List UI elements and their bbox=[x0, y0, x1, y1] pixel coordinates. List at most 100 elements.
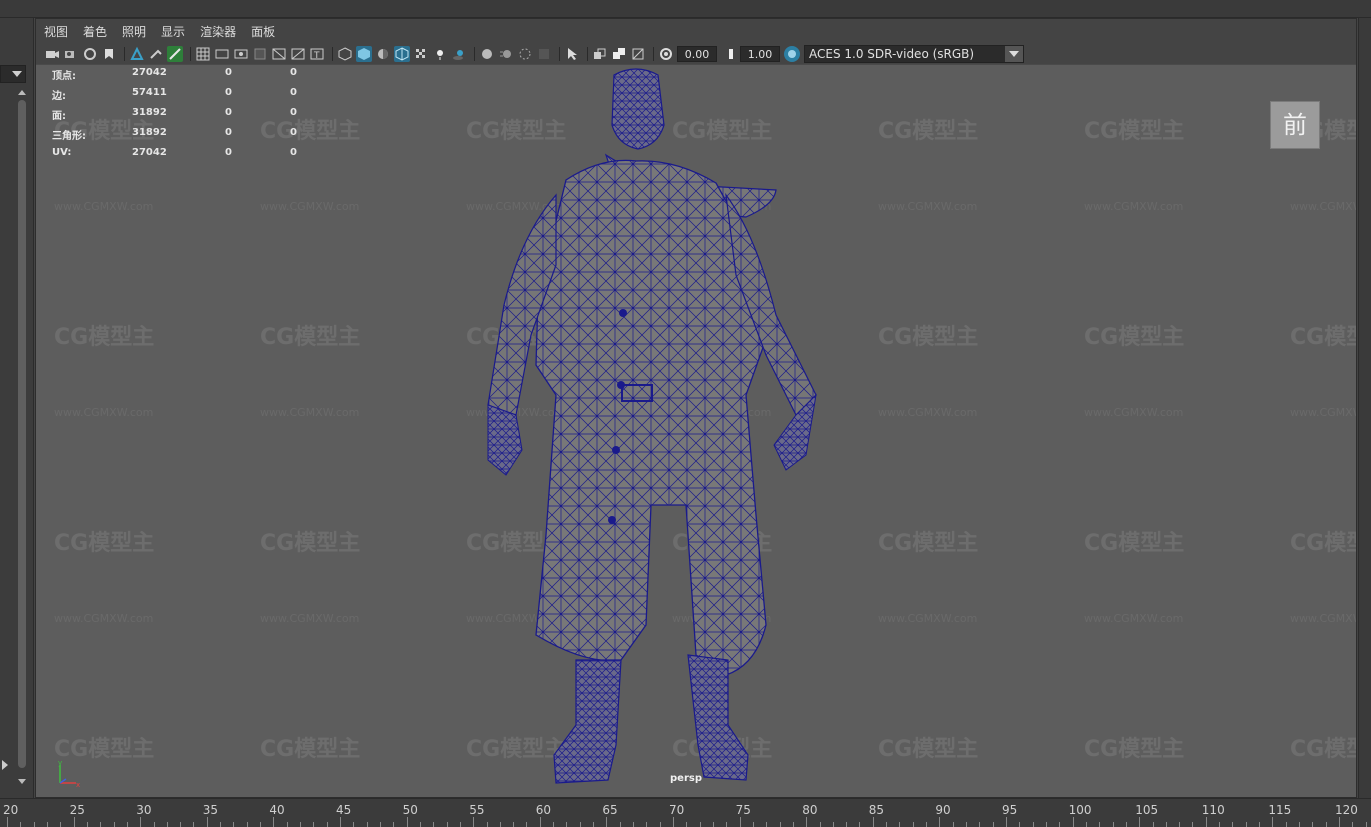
ruler-tick-mark bbox=[1085, 822, 1087, 827]
watermark-url: www.CGMXW.com bbox=[878, 406, 978, 419]
scroll-down-icon[interactable] bbox=[18, 779, 26, 784]
ruler-tick-mark bbox=[752, 822, 754, 827]
ruler-tick-mark bbox=[1285, 822, 1287, 827]
wireframe-on-shaded-icon[interactable] bbox=[394, 46, 410, 62]
depth-of-field-icon[interactable] bbox=[536, 46, 552, 62]
gamma-field[interactable]: 1.00 bbox=[740, 46, 780, 62]
watermark-url: www.CGMXW.com bbox=[1290, 200, 1356, 213]
ruler-tick-mark bbox=[1272, 817, 1274, 827]
ambient-occlusion-icon[interactable] bbox=[479, 46, 495, 62]
toolbar-separator bbox=[559, 47, 560, 61]
scroll-up-icon[interactable] bbox=[18, 90, 26, 95]
menu-shading[interactable]: 着色 bbox=[83, 23, 107, 40]
ruler-tick-mark bbox=[1019, 822, 1021, 827]
2d-pan-zoom-icon[interactable] bbox=[129, 46, 145, 62]
shadows-icon[interactable] bbox=[451, 46, 467, 62]
xray-icon[interactable] bbox=[592, 46, 608, 62]
ruler-tick-mark bbox=[699, 822, 701, 827]
view-transform-select[interactable]: ACES 1.0 SDR-video (sRGB) bbox=[804, 45, 1024, 63]
ruler-tick-mark bbox=[539, 817, 541, 827]
gate-mask-icon[interactable] bbox=[252, 46, 268, 62]
watermark-logo: CG模型主 bbox=[54, 325, 155, 350]
menu-show[interactable]: 显示 bbox=[161, 23, 185, 40]
ruler-tick-mark bbox=[473, 817, 475, 827]
select-camera-icon[interactable] bbox=[44, 46, 60, 62]
ruler-tick-mark bbox=[712, 822, 714, 827]
ruler-tick-mark bbox=[1299, 822, 1301, 827]
left-scrollbar[interactable] bbox=[16, 88, 28, 788]
chevron-down-icon[interactable] bbox=[1005, 46, 1023, 62]
safe-title-icon[interactable]: T bbox=[309, 46, 325, 62]
menu-renderer[interactable]: 渲染器 bbox=[200, 23, 236, 40]
anti-aliasing-icon[interactable] bbox=[517, 46, 533, 62]
scroll-thumb[interactable] bbox=[18, 100, 26, 768]
field-chart-icon[interactable] bbox=[271, 46, 287, 62]
panel-dropdown[interactable] bbox=[0, 65, 26, 83]
ruler-tick-label: 85 bbox=[868, 803, 885, 817]
image-plane-icon[interactable] bbox=[101, 46, 117, 62]
lights-icon[interactable] bbox=[432, 46, 448, 62]
toolbar-separator bbox=[190, 47, 191, 61]
ruler-tick-mark bbox=[1099, 822, 1101, 827]
default-material-icon[interactable] bbox=[375, 46, 391, 62]
ruler-tick-mark bbox=[60, 822, 62, 827]
grid-icon[interactable] bbox=[195, 46, 211, 62]
resolution-gate-icon[interactable] bbox=[233, 46, 249, 62]
ruler-tick-label: 20 bbox=[3, 803, 19, 817]
grease-pencil-icon[interactable] bbox=[148, 46, 164, 62]
ruler-tick-mark bbox=[1325, 822, 1327, 827]
ruler-tick-label: 60 bbox=[535, 803, 552, 817]
camera-attributes-icon[interactable] bbox=[63, 46, 79, 62]
time-ruler[interactable]: 20 25 30 35 40 45 50 55 60 65 70 75 80 85 90 95 100 105 11… bbox=[0, 798, 1371, 827]
ruler-tick-mark bbox=[806, 817, 808, 827]
axis-y-label: y bbox=[58, 759, 62, 767]
exposure-field[interactable]: 0.00 bbox=[677, 46, 717, 62]
ruler-tick-mark bbox=[1205, 817, 1207, 827]
ruler-tick-mark bbox=[486, 822, 488, 827]
ruler-tick-label: 110 bbox=[1201, 803, 1225, 817]
ruler-tick-mark bbox=[446, 822, 448, 827]
safe-action-icon[interactable] bbox=[290, 46, 306, 62]
smooth-shade-cube-icon[interactable] bbox=[356, 46, 372, 62]
watermark-url: www.CGMXW.com bbox=[260, 200, 360, 213]
hud-row-edges: 边: 57411 0 0 bbox=[52, 85, 312, 105]
gamma-icon[interactable] bbox=[721, 46, 737, 62]
film-gate-icon[interactable] bbox=[214, 46, 230, 62]
watermark-logo: CG模型主 bbox=[260, 325, 361, 350]
menu-panels[interactable]: 面板 bbox=[251, 23, 275, 40]
hud-value: 0 bbox=[225, 107, 232, 118]
exposure-icon[interactable] bbox=[658, 46, 674, 62]
ruler-tick-label: 45 bbox=[336, 803, 352, 817]
ruler-tick-label: 75 bbox=[735, 803, 751, 817]
pencil-icon[interactable] bbox=[167, 46, 183, 62]
ruler-tick-label: 90 bbox=[935, 803, 951, 817]
ruler-tick-mark bbox=[553, 822, 555, 827]
backface-culling-icon[interactable] bbox=[630, 46, 646, 62]
ruler-tick-mark bbox=[1192, 822, 1194, 827]
hud-row-triangles: 三角形: 31892 0 0 bbox=[52, 125, 312, 145]
ruler-tick-mark bbox=[353, 822, 355, 827]
wireframe-cube-icon[interactable] bbox=[337, 46, 353, 62]
menu-lighting[interactable]: 照明 bbox=[122, 23, 146, 40]
hud-value: 0 bbox=[290, 67, 297, 78]
watermark-logo: CG模型主 bbox=[1084, 531, 1185, 556]
color-management-icon[interactable] bbox=[784, 46, 800, 62]
menu-view[interactable]: 视图 bbox=[44, 23, 68, 40]
watermark-logo: CG模型主 bbox=[878, 119, 979, 144]
expand-arrow-icon[interactable] bbox=[2, 760, 8, 770]
textured-icon[interactable] bbox=[413, 46, 429, 62]
view-cube[interactable]: 前 bbox=[1270, 101, 1320, 149]
isolate-select-icon[interactable] bbox=[564, 46, 580, 62]
ruler-tick-mark bbox=[872, 817, 874, 827]
character-wireframe-model[interactable] bbox=[426, 65, 846, 795]
ruler-tick-mark bbox=[886, 822, 888, 827]
3d-viewport[interactable]: CG模型主 www.CGMXW.com CG模型主 www.CGMXW.com CG模型… bbox=[36, 65, 1356, 797]
motion-blur-icon[interactable] bbox=[498, 46, 514, 62]
ruler-tick-mark bbox=[1165, 822, 1167, 827]
xray-joints-icon[interactable] bbox=[611, 46, 627, 62]
left-boot-mesh-lines bbox=[554, 660, 621, 783]
ruler-tick-mark bbox=[233, 822, 235, 827]
ruler-tick-mark bbox=[1032, 822, 1034, 827]
bookmark-icon[interactable] bbox=[82, 46, 98, 62]
ruler-tick-mark bbox=[300, 822, 302, 827]
